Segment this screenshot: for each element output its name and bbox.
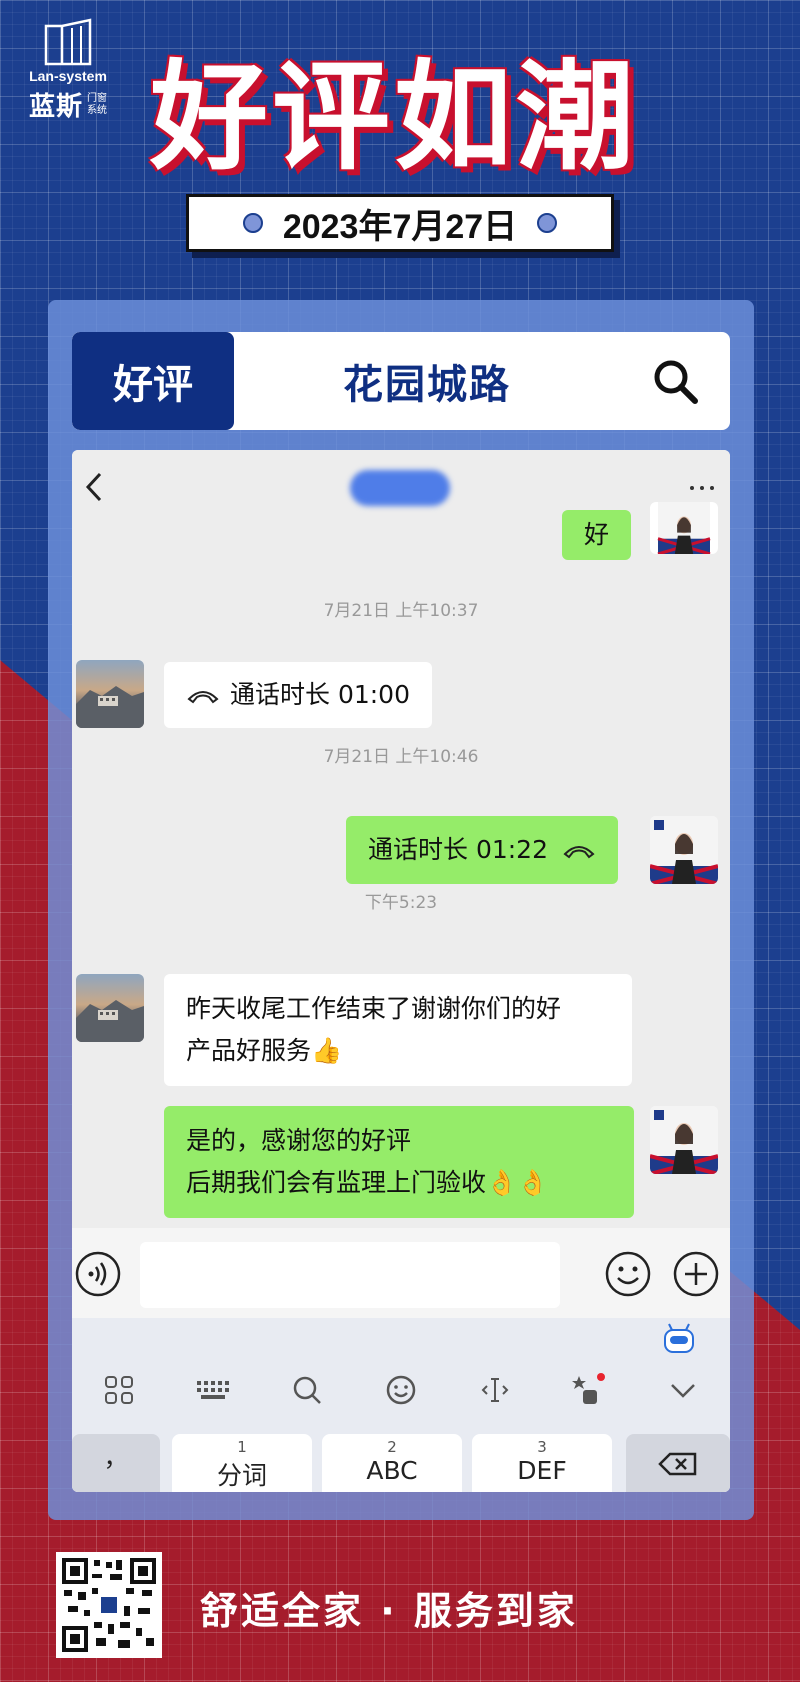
dot-left-icon	[242, 213, 263, 233]
brand-sub-line2: 系统	[87, 104, 107, 116]
timestamp: 7月21日 上午10:37	[323, 601, 479, 621]
assistant-robot-icon[interactable]	[662, 1322, 696, 1356]
landscape-avatar-icon	[76, 1000, 144, 1042]
contact-name-redacted	[350, 470, 450, 506]
plus-icon[interactable]	[672, 1250, 720, 1298]
avatar-self[interactable]	[650, 502, 718, 554]
message-bubble-received[interactable]: 昨天收尾工作结束了谢谢你们的好 产品好服务👍	[164, 974, 632, 1086]
message-line: 后期我们会有监理上门验收👌👌	[186, 1168, 549, 1197]
cursor-move-icon[interactable]	[475, 1370, 515, 1410]
keyboard-toolbar	[72, 1358, 730, 1422]
brand-name-en: Lan-system	[29, 68, 107, 84]
brand-sub-line1: 门窗	[87, 92, 107, 104]
avatar-self[interactable]	[650, 816, 718, 884]
search-tag: 好评	[72, 332, 234, 430]
message-input-row	[72, 1228, 730, 1318]
skin-magic-icon[interactable]	[569, 1370, 609, 1410]
message-input[interactable]	[140, 1242, 560, 1308]
chevron-down-icon[interactable]	[663, 1370, 703, 1410]
message-bubble-sent[interactable]: 是的，感谢您的好评 后期我们会有监理上门验收👌👌	[164, 1106, 634, 1218]
search-query[interactable]: 花园城路	[234, 332, 620, 430]
key-comma[interactable]: ，	[72, 1434, 160, 1492]
search-button[interactable]	[620, 332, 730, 430]
date-text: 2023年7月27日	[282, 207, 518, 246]
message-line: 昨天收尾工作结束了谢谢你们的好	[186, 994, 562, 1023]
page-title: 好评如潮	[150, 48, 639, 186]
landscape-avatar-icon	[76, 686, 144, 728]
key-label: ，	[103, 1443, 129, 1472]
grid-menu-icon[interactable]	[99, 1370, 139, 1410]
phone-icon	[187, 691, 219, 704]
key-label: ABC	[366, 1456, 418, 1485]
key-number: 3	[537, 1438, 547, 1456]
message-line: 产品好服务👍	[186, 1036, 343, 1065]
search-icon	[654, 360, 698, 404]
key-label: 分词	[216, 1461, 267, 1490]
brand-name-cn: 蓝斯	[28, 92, 83, 122]
window-logo-icon	[44, 18, 92, 66]
timestamp: 下午5:23	[364, 893, 438, 913]
qr-code-icon	[62, 1558, 156, 1652]
backspace-icon	[658, 1452, 697, 1476]
timestamp: 7月21日 上午10:46	[323, 747, 479, 767]
date-banner: 2023年7月27日	[186, 194, 614, 252]
brand-logo: Lan-system 蓝斯 门窗 系统	[18, 18, 118, 123]
avatar-customer[interactable]	[76, 660, 144, 728]
chat-header	[72, 450, 730, 524]
call-duration-text: 通话时长 01:22	[368, 835, 548, 864]
key-backspace[interactable]	[626, 1434, 730, 1492]
key-3[interactable]: 3 DEF	[472, 1434, 612, 1492]
search-icon[interactable]	[287, 1370, 327, 1410]
avatar-customer[interactable]	[76, 974, 144, 1042]
phone-icon	[563, 846, 595, 859]
key-number: 1	[237, 1438, 247, 1456]
keyboard-icon[interactable]	[193, 1370, 233, 1410]
avatar-self-icon	[650, 816, 718, 884]
voice-icon[interactable]	[74, 1250, 122, 1298]
call-record-sent[interactable]: 通话时长 01:22	[346, 816, 618, 884]
emoji-icon[interactable]	[604, 1250, 652, 1298]
avatar-self[interactable]	[650, 1106, 718, 1174]
back-icon[interactable]	[82, 468, 106, 506]
qr-code	[56, 1552, 162, 1658]
key-1[interactable]: 1 分词	[172, 1434, 312, 1492]
slogan: 舒适全家 · 服务到家	[200, 1589, 578, 1633]
more-icon[interactable]	[690, 486, 714, 490]
avatar-self-icon	[650, 1106, 718, 1174]
key-2[interactable]: 2 ABC	[322, 1434, 462, 1492]
avatar-self-icon	[657, 502, 711, 554]
call-duration-text: 通话时长 01:00	[230, 680, 410, 709]
keyboard-keys: ， 1 分词 2 ABC 3 DEF	[72, 1434, 730, 1492]
message-line: 是的，感谢您的好评	[186, 1126, 412, 1155]
dot-right-icon	[537, 213, 558, 233]
key-label: DEF	[517, 1456, 567, 1485]
call-record-received[interactable]: 通话时长 01:00	[164, 662, 432, 728]
chat-window: 好 7月21日 上午10:37 通话时长 01:00 7月21日 上午10:46…	[72, 450, 730, 1492]
message-bubble-sent[interactable]: 好	[562, 510, 632, 560]
keyboard: ， 1 分词 2 ABC 3 DEF	[72, 1318, 730, 1492]
search-bar[interactable]: 好评 花园城路	[72, 332, 730, 430]
key-number: 2	[387, 1438, 397, 1456]
emoji-icon[interactable]	[381, 1370, 421, 1410]
